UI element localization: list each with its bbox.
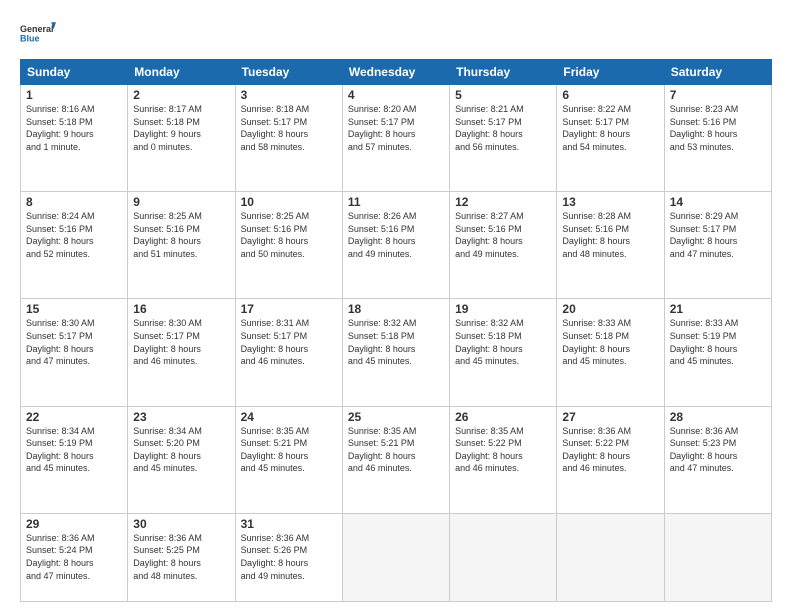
- table-row: 22Sunrise: 8:34 AMSunset: 5:19 PMDayligh…: [21, 406, 128, 513]
- table-row: 25Sunrise: 8:35 AMSunset: 5:21 PMDayligh…: [342, 406, 449, 513]
- table-row: [342, 513, 449, 601]
- table-row: 2Sunrise: 8:17 AMSunset: 5:18 PMDaylight…: [128, 85, 235, 192]
- table-row: 23Sunrise: 8:34 AMSunset: 5:20 PMDayligh…: [128, 406, 235, 513]
- table-row: 15Sunrise: 8:30 AMSunset: 5:17 PMDayligh…: [21, 299, 128, 406]
- table-row: 18Sunrise: 8:32 AMSunset: 5:18 PMDayligh…: [342, 299, 449, 406]
- table-row: 4Sunrise: 8:20 AMSunset: 5:17 PMDaylight…: [342, 85, 449, 192]
- table-row: 31Sunrise: 8:36 AMSunset: 5:26 PMDayligh…: [235, 513, 342, 601]
- col-saturday: Saturday: [664, 60, 771, 85]
- table-row: 16Sunrise: 8:30 AMSunset: 5:17 PMDayligh…: [128, 299, 235, 406]
- table-row: 9Sunrise: 8:25 AMSunset: 5:16 PMDaylight…: [128, 192, 235, 299]
- table-row: 26Sunrise: 8:35 AMSunset: 5:22 PMDayligh…: [450, 406, 557, 513]
- table-row: 3Sunrise: 8:18 AMSunset: 5:17 PMDaylight…: [235, 85, 342, 192]
- table-row: [450, 513, 557, 601]
- calendar-header-row: Sunday Monday Tuesday Wednesday Thursday…: [21, 60, 772, 85]
- table-row: 8Sunrise: 8:24 AMSunset: 5:16 PMDaylight…: [21, 192, 128, 299]
- table-row: 19Sunrise: 8:32 AMSunset: 5:18 PMDayligh…: [450, 299, 557, 406]
- svg-text:Blue: Blue: [20, 33, 40, 43]
- table-row: [664, 513, 771, 601]
- col-wednesday: Wednesday: [342, 60, 449, 85]
- svg-text:General: General: [20, 24, 54, 34]
- col-thursday: Thursday: [450, 60, 557, 85]
- col-friday: Friday: [557, 60, 664, 85]
- table-row: 5Sunrise: 8:21 AMSunset: 5:17 PMDaylight…: [450, 85, 557, 192]
- table-row: 12Sunrise: 8:27 AMSunset: 5:16 PMDayligh…: [450, 192, 557, 299]
- table-row: 13Sunrise: 8:28 AMSunset: 5:16 PMDayligh…: [557, 192, 664, 299]
- table-row: 21Sunrise: 8:33 AMSunset: 5:19 PMDayligh…: [664, 299, 771, 406]
- logo: General Blue: [20, 15, 56, 51]
- logo-svg: General Blue: [20, 15, 56, 51]
- col-tuesday: Tuesday: [235, 60, 342, 85]
- table-row: 24Sunrise: 8:35 AMSunset: 5:21 PMDayligh…: [235, 406, 342, 513]
- table-row: 27Sunrise: 8:36 AMSunset: 5:22 PMDayligh…: [557, 406, 664, 513]
- table-row: 7Sunrise: 8:23 AMSunset: 5:16 PMDaylight…: [664, 85, 771, 192]
- table-row: 10Sunrise: 8:25 AMSunset: 5:16 PMDayligh…: [235, 192, 342, 299]
- col-monday: Monday: [128, 60, 235, 85]
- table-row: 14Sunrise: 8:29 AMSunset: 5:17 PMDayligh…: [664, 192, 771, 299]
- table-row: 30Sunrise: 8:36 AMSunset: 5:25 PMDayligh…: [128, 513, 235, 601]
- col-sunday: Sunday: [21, 60, 128, 85]
- header: General Blue: [20, 15, 772, 51]
- table-row: 29Sunrise: 8:36 AMSunset: 5:24 PMDayligh…: [21, 513, 128, 601]
- calendar-table: Sunday Monday Tuesday Wednesday Thursday…: [20, 59, 772, 602]
- table-row: 17Sunrise: 8:31 AMSunset: 5:17 PMDayligh…: [235, 299, 342, 406]
- table-row: 28Sunrise: 8:36 AMSunset: 5:23 PMDayligh…: [664, 406, 771, 513]
- table-row: 6Sunrise: 8:22 AMSunset: 5:17 PMDaylight…: [557, 85, 664, 192]
- table-row: 20Sunrise: 8:33 AMSunset: 5:18 PMDayligh…: [557, 299, 664, 406]
- table-row: 11Sunrise: 8:26 AMSunset: 5:16 PMDayligh…: [342, 192, 449, 299]
- table-row: [557, 513, 664, 601]
- page: General Blue Sunday Monday Tuesday Wedne…: [0, 0, 792, 612]
- table-row: 1Sunrise: 8:16 AMSunset: 5:18 PMDaylight…: [21, 85, 128, 192]
